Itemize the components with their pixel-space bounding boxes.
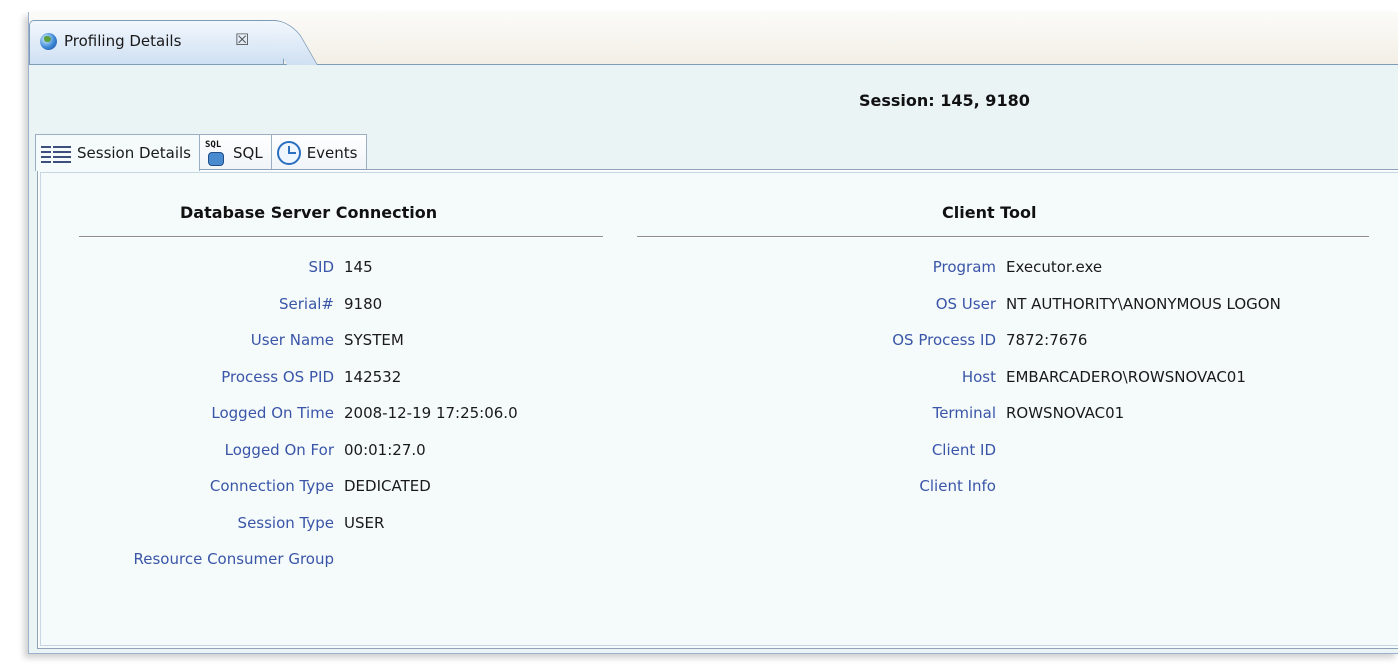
database-server-connection-heading: Database Server Connection bbox=[180, 203, 438, 222]
field-row: Terminal ROWSNOVAC01 bbox=[41, 404, 1398, 426]
field-value: 7872:7676 bbox=[1006, 331, 1088, 349]
field-row: OS User NT AUTHORITY\ANONYMOUS LOGON bbox=[41, 295, 1398, 317]
field-label: Program bbox=[932, 258, 996, 276]
profiling-details-view: Profiling Details ☒ Session: 145, 9180 S… bbox=[28, 12, 1398, 654]
field-row: Resource Consumer Group bbox=[41, 550, 1398, 572]
field-label: Client ID bbox=[931, 440, 996, 459]
tab-label: Session Details bbox=[77, 144, 192, 162]
client-tool-heading: Client Tool bbox=[942, 203, 1037, 222]
field-value: NT AUTHORITY\ANONYMOUS LOGON bbox=[1006, 294, 1281, 313]
field-value: Executor.exe bbox=[1006, 258, 1103, 276]
subtab-bar: Session Details SQL SQL Events bbox=[35, 134, 367, 171]
tab-label: SQL bbox=[233, 143, 263, 162]
tab-sql[interactable]: SQL SQL bbox=[199, 134, 272, 170]
field-row: Host EMBARCADERO\ROWSNOVAC01 bbox=[41, 368, 1398, 390]
field-label: OS User bbox=[935, 294, 996, 313]
field-value: ROWSNOVAC01 bbox=[1006, 404, 1125, 422]
session-title: Session: 145, 9180 bbox=[859, 91, 1030, 110]
field-label: Terminal bbox=[932, 404, 996, 422]
profiling-details-tab[interactable]: Profiling Details ☒ bbox=[29, 20, 284, 64]
field-label: OS Process ID bbox=[892, 331, 996, 349]
field-label: Client Info bbox=[919, 477, 996, 495]
session-details-panel: Database Server Connection Client Tool S… bbox=[37, 169, 1398, 649]
field-row: Session Type USER bbox=[41, 514, 1398, 536]
panel-body: Database Server Connection Client Tool S… bbox=[40, 172, 1398, 646]
section-divider bbox=[637, 236, 1369, 238]
field-label: Resource Consumer Group bbox=[133, 550, 334, 568]
field-label: Session Type bbox=[237, 513, 334, 532]
sql-icon: SQL bbox=[205, 140, 227, 166]
field-value: EMBARCADERO\ROWSNOVAC01 bbox=[1006, 367, 1246, 386]
view-tab-strip: Profiling Details ☒ bbox=[29, 12, 1398, 65]
section-divider bbox=[79, 236, 603, 238]
field-row: Program Executor.exe bbox=[41, 258, 1398, 280]
tab-label: Events bbox=[306, 143, 358, 162]
tab-session-details[interactable]: Session Details bbox=[35, 134, 201, 171]
close-icon[interactable]: ☒ bbox=[235, 30, 249, 49]
tab-events[interactable]: Events bbox=[270, 134, 367, 170]
field-value: USER bbox=[344, 513, 385, 532]
view-tab-title: Profiling Details bbox=[64, 32, 182, 50]
grid-icon bbox=[41, 145, 71, 163]
clock-icon bbox=[276, 140, 301, 165]
globe-icon bbox=[40, 33, 57, 50]
field-row: Client ID bbox=[41, 441, 1398, 463]
field-row: OS Process ID 7872:7676 bbox=[41, 331, 1398, 353]
field-label: Host bbox=[961, 367, 996, 386]
field-row: Client Info bbox=[41, 477, 1398, 499]
